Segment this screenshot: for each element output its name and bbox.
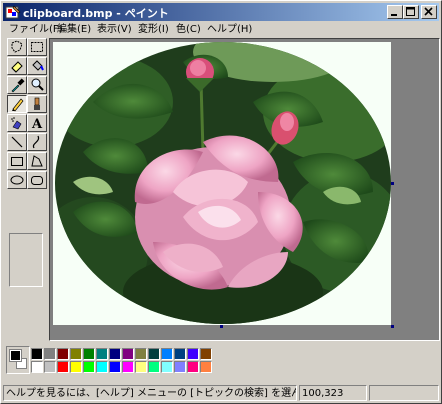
palette-swatch[interactable] xyxy=(200,348,212,360)
palette-swatch[interactable] xyxy=(57,361,69,373)
resize-handle-right[interactable] xyxy=(391,182,394,185)
tool-polygon[interactable] xyxy=(27,152,47,170)
palette-swatch[interactable] xyxy=(187,348,199,360)
tool-line[interactable] xyxy=(7,133,27,151)
maximize-button[interactable] xyxy=(403,5,419,19)
status-size xyxy=(369,385,439,401)
palette-swatch[interactable] xyxy=(174,361,186,373)
current-colors[interactable] xyxy=(6,346,30,374)
palette-swatch[interactable] xyxy=(122,348,134,360)
minimize-icon xyxy=(391,14,397,16)
status-help-text: ヘルプを見るには、[ヘルプ] メニューの [トピックの検索] を選んで xyxy=(3,385,297,401)
palette-swatch[interactable] xyxy=(148,361,160,373)
palette-swatch[interactable] xyxy=(135,348,147,360)
palette-swatch[interactable] xyxy=(148,348,160,360)
palette-swatch[interactable] xyxy=(200,361,212,373)
palette-swatch[interactable] xyxy=(174,348,186,360)
color-picker-icon xyxy=(11,78,25,93)
palette-swatch[interactable] xyxy=(96,361,108,373)
palette-swatch[interactable] xyxy=(135,361,147,373)
color-palette xyxy=(3,342,439,382)
menu-bar: ファイル(F) 編集(E) 表示(V) 変形(I) 色(C) ヘルプ(H) xyxy=(3,22,439,38)
airbrush-icon xyxy=(11,117,22,130)
close-button[interactable] xyxy=(421,5,437,19)
palette-swatch[interactable] xyxy=(31,348,43,360)
tool-rectangle[interactable] xyxy=(7,152,27,170)
palette-swatch[interactable] xyxy=(70,361,82,373)
tool-free-form-select[interactable] xyxy=(7,38,27,56)
line-icon xyxy=(11,136,23,148)
brush-icon xyxy=(34,97,40,110)
tool-pencil[interactable] xyxy=(7,95,27,113)
fill-bucket-icon xyxy=(32,60,44,71)
rectangle-icon xyxy=(11,157,23,166)
svg-text:A: A xyxy=(31,117,43,131)
palette-swatch[interactable] xyxy=(187,361,199,373)
pencil-icon xyxy=(12,98,24,112)
palette-swatch[interactable] xyxy=(161,361,173,373)
minimize-button[interactable] xyxy=(387,5,403,19)
magnifier-icon xyxy=(31,78,44,91)
ellipse-icon xyxy=(10,175,24,185)
canvas-area[interactable] xyxy=(49,38,440,341)
paint-app-icon xyxy=(5,5,21,19)
tool-box: A xyxy=(3,38,49,341)
rose-photo xyxy=(53,42,391,325)
tool-brush[interactable] xyxy=(27,95,47,113)
paint-window: clipboard.bmp - ペイント ファイル(F) 編集(E) 表示(V)… xyxy=(0,0,442,404)
menu-view[interactable]: 表示(V) xyxy=(97,22,132,38)
palette-swatch[interactable] xyxy=(57,348,69,360)
text-icon: A xyxy=(31,117,43,131)
tool-airbrush[interactable] xyxy=(7,114,27,132)
tool-text[interactable]: A xyxy=(27,114,47,132)
maximize-icon xyxy=(406,7,415,16)
palette-swatch[interactable] xyxy=(70,348,82,360)
close-icon xyxy=(424,7,433,16)
image-canvas[interactable] xyxy=(53,42,391,325)
palette-swatch[interactable] xyxy=(109,361,121,373)
polygon-icon xyxy=(31,155,43,167)
menu-color[interactable]: 色(C) xyxy=(176,22,201,38)
tool-eraser[interactable] xyxy=(7,57,27,75)
tool-curve[interactable] xyxy=(27,133,47,151)
palette-swatch[interactable] xyxy=(44,348,56,360)
window-title: clipboard.bmp - ペイント xyxy=(23,7,169,20)
palette-swatch[interactable] xyxy=(83,348,95,360)
status-coordinates: 100,323 xyxy=(299,385,367,401)
title-bar[interactable]: clipboard.bmp - ペイント xyxy=(3,3,439,21)
palette-swatch[interactable] xyxy=(83,361,95,373)
resize-handle-corner[interactable] xyxy=(391,325,394,328)
palette-swatch[interactable] xyxy=(96,348,108,360)
tool-ellipse[interactable] xyxy=(7,171,27,189)
eraser-icon xyxy=(11,61,23,73)
rect-select-icon xyxy=(31,42,43,52)
tool-fill[interactable] xyxy=(27,57,47,75)
palette-swatch[interactable] xyxy=(109,348,121,360)
tool-color-picker[interactable] xyxy=(7,76,27,94)
tool-rounded-rect[interactable] xyxy=(27,171,47,189)
curve-icon xyxy=(32,135,40,149)
rounded-rect-icon xyxy=(31,176,43,185)
free-form-select-icon xyxy=(11,40,23,53)
menu-edit[interactable]: 編集(E) xyxy=(57,22,91,38)
palette-swatch[interactable] xyxy=(161,348,173,360)
foreground-color[interactable] xyxy=(9,349,22,362)
menu-transform[interactable]: 変形(I) xyxy=(138,22,169,38)
menu-file[interactable]: ファイル(F) xyxy=(9,22,63,38)
menu-help[interactable]: ヘルプ(H) xyxy=(207,22,252,38)
palette-swatch[interactable] xyxy=(44,361,56,373)
tool-options-panel[interactable] xyxy=(9,233,43,287)
status-bar: ヘルプを見るには、[ヘルプ] メニューの [トピックの検索] を選んで 100,… xyxy=(3,384,439,402)
palette-swatch[interactable] xyxy=(122,361,134,373)
palette-swatch[interactable] xyxy=(31,361,43,373)
tool-rect-select[interactable] xyxy=(27,38,47,56)
tool-magnifier[interactable] xyxy=(27,76,47,94)
resize-handle-bottom[interactable] xyxy=(220,325,223,328)
